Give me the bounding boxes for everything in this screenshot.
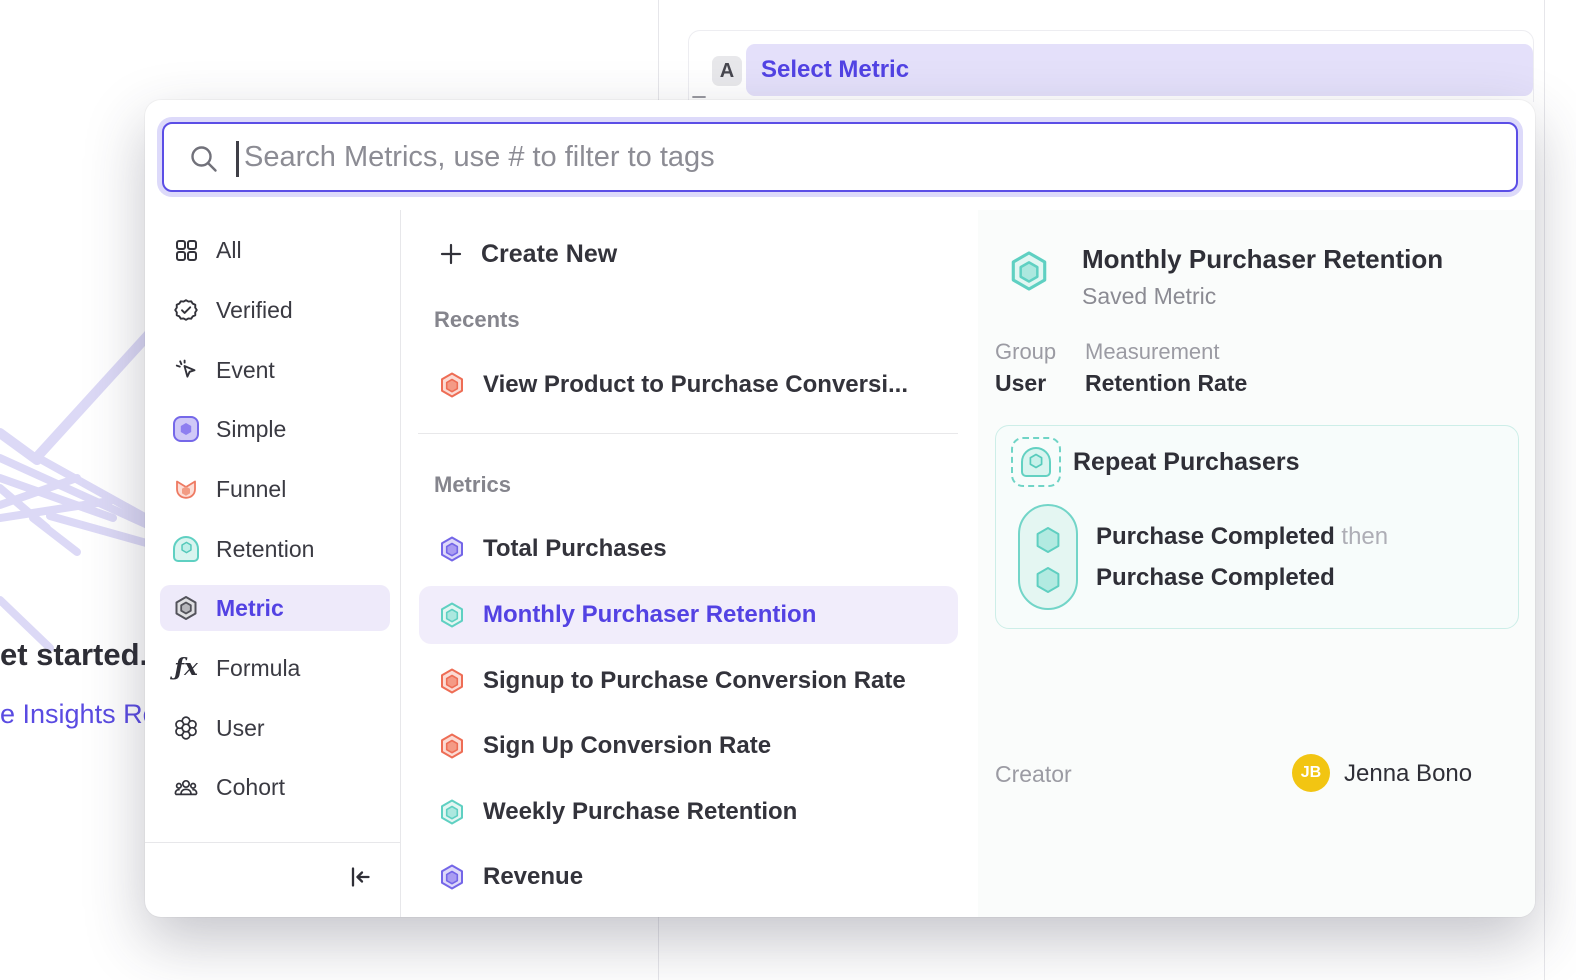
metric-hexagon-icon-large: [1007, 249, 1051, 293]
metric-hexagon-icon: [438, 371, 466, 399]
measurement-label: Measurement: [1085, 339, 1220, 365]
saved-metric-name: Repeat Purchasers: [1073, 448, 1300, 477]
plus-icon: [438, 241, 464, 267]
metric-hexagon-icon: [173, 595, 199, 621]
sidebar-item-event[interactable]: Event: [160, 347, 390, 393]
detail-type-label: Saved Metric: [1082, 283, 1216, 310]
metric-row-card: A Select Metric: [688, 30, 1534, 102]
metric-list-item[interactable]: Revenue: [419, 848, 958, 906]
series-letter-badge[interactable]: A: [712, 56, 742, 86]
recents-header: Recents: [434, 307, 520, 333]
page: et started. e Insights Re A Select Metri…: [0, 0, 1576, 980]
select-metric-label: Select Metric: [761, 56, 909, 84]
definition-step-2: Purchase Completed: [1096, 564, 1335, 592]
metrics-header: Metrics: [434, 472, 511, 498]
metric-hexagon-icon: [438, 863, 466, 891]
metric-hexagon-icon: [438, 535, 466, 563]
formula-fx-icon: ƒx: [173, 655, 199, 681]
sidebar-item-simple[interactable]: Simple: [160, 406, 390, 452]
definition-step-1: Purchase Completed then: [1096, 523, 1388, 551]
search-box: [162, 122, 1518, 192]
grid-icon: [173, 237, 199, 263]
metric-picker-modal: All Verified Event: [145, 100, 1535, 917]
metric-hexagon-icon: [438, 667, 466, 695]
sidebar-item-cohort[interactable]: Cohort: [160, 764, 390, 810]
creator-name: Jenna Bono: [1344, 760, 1472, 788]
funnel-icon: [173, 476, 199, 502]
metric-hexagon-icon: [438, 798, 466, 826]
group-value: User: [995, 370, 1046, 397]
creator-label: Creator: [995, 761, 1072, 788]
select-metric-button[interactable]: Select Metric: [746, 44, 1533, 96]
cohort-people-icon: [173, 774, 199, 800]
metric-list-item[interactable]: Sign Up Conversion Rate: [419, 717, 958, 775]
recent-item[interactable]: View Product to Purchase Conversi...: [419, 356, 958, 414]
event-hexagon-icon: [1033, 565, 1063, 595]
group-label: Group: [995, 339, 1056, 365]
background-insights-link-partial[interactable]: e Insights Re: [0, 699, 158, 730]
sidebar-item-verified[interactable]: Verified: [160, 287, 390, 333]
background-heading-partial: et started.: [0, 637, 148, 673]
sidebar-item-retention[interactable]: Retention: [160, 526, 390, 572]
metric-detail-panel: Monthly Purchaser Retention Saved Metric…: [978, 210, 1535, 917]
sidebar-footer-divider: [145, 842, 400, 843]
user-cluster-icon: [173, 715, 199, 741]
list-section-divider: [418, 433, 958, 434]
detail-title: Monthly Purchaser Retention: [1082, 244, 1443, 275]
metric-hexagon-icon: [438, 732, 466, 760]
event-step-pill: [1018, 504, 1078, 610]
collapse-sidebar-button[interactable]: [347, 864, 373, 890]
sidebar-item-formula[interactable]: ƒx Formula: [160, 645, 390, 691]
retention-icon: [173, 536, 199, 562]
search-input[interactable]: [164, 124, 1516, 190]
metric-list-item-selected[interactable]: Monthly Purchaser Retention: [419, 586, 958, 644]
metric-list-item[interactable]: Weekly Purchase Retention: [419, 783, 958, 841]
metric-list-item[interactable]: Total Purchases: [419, 520, 958, 578]
sidebar-list-divider: [400, 210, 401, 917]
sidebar-item-funnel[interactable]: Funnel: [160, 466, 390, 512]
create-new-button[interactable]: Create New: [419, 225, 958, 283]
metric-list-item[interactable]: Signup to Purchase Conversion Rate: [419, 652, 958, 710]
sidebar-item-all[interactable]: All: [160, 227, 390, 273]
measurement-value: Retention Rate: [1085, 370, 1247, 397]
text-caret: [236, 141, 239, 177]
creator-avatar: JB: [1292, 754, 1330, 792]
background-panel-right-edge: [1544, 0, 1545, 980]
saved-metric-definition-card: Repeat Purchasers Purchase Completed the…: [995, 425, 1519, 629]
sidebar-item-metric[interactable]: Metric: [160, 585, 390, 631]
metric-hexagon-icon: [438, 601, 466, 629]
event-cursor-icon: [173, 357, 199, 383]
retention-definition-icon: [1011, 437, 1061, 487]
simple-metric-icon: [173, 416, 199, 442]
event-hexagon-icon: [1033, 525, 1063, 555]
sidebar-item-user[interactable]: User: [160, 705, 390, 751]
background-chart-decoration: [0, 330, 155, 675]
verified-badge-icon: [173, 297, 199, 323]
